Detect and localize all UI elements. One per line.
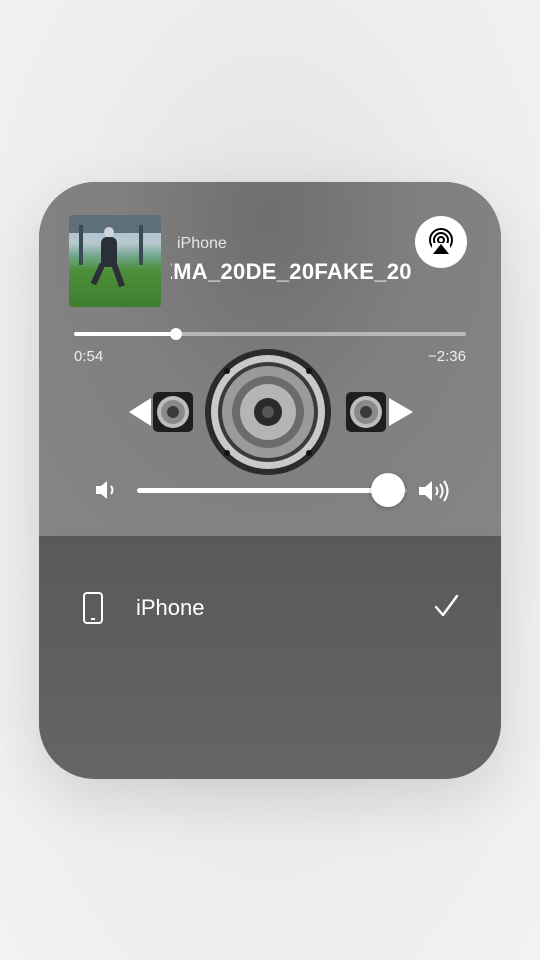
elapsed-time: 0:54 xyxy=(74,348,104,365)
speaker-low-icon xyxy=(96,481,114,499)
output-routes-list: iPhone xyxy=(39,535,501,779)
airplay-audio-icon xyxy=(429,228,453,257)
speaker-high-icon xyxy=(419,480,449,502)
playback-scrubber-knob[interactable] xyxy=(169,328,182,340)
volume-fill xyxy=(137,488,389,493)
playback-scrubber[interactable] xyxy=(74,328,466,340)
route-item-iphone[interactable]: iPhone xyxy=(39,579,501,639)
track-title-container: NEMA_20DE_20FAKE_20NEWS xyxy=(171,255,411,289)
now-playing-card: iPhone NEMA_20DE_20FAKE_20NEWS 0:54 −2:3… xyxy=(39,182,501,779)
volume-slider[interactable] xyxy=(137,473,407,507)
playback-progress-fill xyxy=(74,332,176,336)
speaker-sticker-image xyxy=(129,349,413,475)
airplay-button[interactable] xyxy=(415,216,467,268)
checkmark-icon xyxy=(434,594,459,617)
now-playing-header: iPhone NEMA_20DE_20FAKE_20NEWS 0:54 −2:3… xyxy=(39,182,501,535)
album-artwork xyxy=(69,215,161,307)
remaining-time: −2:36 xyxy=(428,348,466,365)
route-label: iPhone xyxy=(136,595,205,620)
volume-slider-knob[interactable] xyxy=(371,473,406,507)
track-title: NEMA_20DE_20FAKE_20NEWS xyxy=(171,259,411,284)
phone-icon xyxy=(83,592,103,624)
playing-device-name: iPhone xyxy=(177,235,227,252)
